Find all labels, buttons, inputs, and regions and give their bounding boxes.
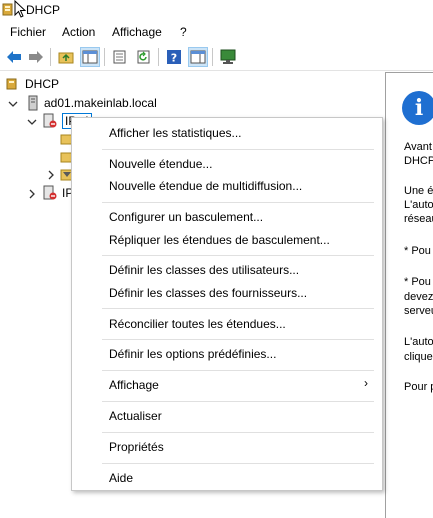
ipv4-icon — [43, 113, 57, 128]
mouse-cursor-icon — [14, 0, 26, 18]
up-one-level-button[interactable] — [56, 47, 76, 67]
menu-item-classes-utilisateurs[interactable]: Définir les classes des utilisateurs... — [109, 263, 299, 277]
forward-arrow-icon — [29, 51, 43, 63]
details-text-line: Une é — [404, 185, 433, 197]
chevron-down-icon[interactable] — [27, 117, 37, 127]
tree-label-dhcp: DHCP — [25, 77, 60, 91]
chevron-right-icon[interactable] — [46, 170, 56, 180]
menu-item-nouvelle-etendue-multidiffusion[interactable]: Nouvelle étendue de multidiffusion... — [109, 179, 302, 193]
details-text-line: clique — [404, 351, 433, 363]
server-icon — [28, 95, 38, 111]
menu-affichage[interactable]: Affichage — [112, 25, 162, 39]
chevron-down-icon[interactable] — [8, 99, 18, 109]
menu-action[interactable]: Action — [62, 25, 95, 39]
details-text-line: Avant — [404, 141, 432, 153]
details-pane: i Avant DHCP Une é L'auto réseau * Pou *… — [385, 72, 433, 518]
show-hide-tree-button[interactable] — [80, 47, 100, 67]
monitor-icon — [220, 49, 236, 64]
menu-item-afficher-statistiques[interactable]: Afficher les statistiques... — [109, 126, 242, 140]
details-text-line: Pour p — [404, 381, 433, 393]
svg-text:?: ? — [171, 52, 177, 65]
menu-fichier[interactable]: Fichier — [10, 25, 46, 39]
info-icon: i — [402, 91, 433, 125]
context-menu: Afficher les statistiques... Nouvelle ét… — [71, 117, 383, 491]
chevron-right-icon[interactable] — [27, 189, 37, 199]
menu-item-options-predefinies[interactable]: Définir les options prédéfinies... — [109, 347, 276, 361]
back-button[interactable] — [4, 47, 24, 67]
forward-button[interactable] — [26, 47, 46, 67]
action-pane-icon — [190, 50, 206, 64]
details-text-line: devez — [404, 291, 433, 303]
help-icon: ? — [167, 50, 181, 65]
export-list-button[interactable] — [110, 47, 130, 67]
menu-help[interactable]: ? — [180, 25, 187, 39]
menu-item-nouvelle-etendue[interactable]: Nouvelle étendue... — [109, 157, 212, 171]
submenu-arrow-icon: › — [364, 376, 368, 390]
menu-item-proprietes[interactable]: Propriétés — [109, 440, 164, 454]
refresh-icon — [137, 50, 150, 64]
menu-item-classes-fournisseurs[interactable]: Définir les classes des fournisseurs... — [109, 286, 307, 300]
back-arrow-icon — [7, 51, 21, 63]
menu-item-aide[interactable]: Aide — [109, 471, 133, 485]
details-text-line: réseau — [404, 213, 433, 225]
menu-item-configurer-basculement[interactable]: Configurer un basculement... — [109, 210, 263, 224]
menu-bar: Fichier Action Affichage ? — [0, 22, 433, 43]
details-text-line: L'auto — [404, 336, 433, 348]
refresh-button[interactable] — [134, 47, 154, 67]
details-text-line: serveu — [404, 305, 433, 317]
tree-item-dhcp[interactable]: DHCP — [5, 75, 59, 93]
export-list-icon — [113, 50, 126, 64]
menu-item-affichage[interactable]: Affichage — [109, 378, 159, 392]
toolbar: ? — [0, 43, 433, 71]
tree-label-server: ad01.makeinlab.local — [44, 96, 157, 110]
details-text-line: * Pou — [404, 276, 431, 288]
help-button[interactable]: ? — [164, 47, 184, 67]
details-text-line: L'auto — [404, 199, 433, 211]
action-pane-button[interactable] — [188, 47, 208, 67]
show-hide-console-tree-icon — [82, 50, 98, 64]
tree-item-server[interactable]: ad01.makeinlab.local — [26, 94, 157, 112]
dhcp-icon — [6, 78, 17, 90]
monitor-button[interactable] — [218, 47, 238, 67]
ipv6-icon — [43, 185, 57, 200]
details-text-line: DHCP — [404, 155, 433, 167]
menu-item-actualiser[interactable]: Actualiser — [109, 409, 162, 423]
menu-item-reconcilier[interactable]: Réconcilier toutes les étendues... — [109, 317, 286, 331]
folder-up-icon — [58, 52, 74, 64]
menu-item-repliquer-etendues[interactable]: Répliquer les étendues de basculement... — [109, 233, 330, 247]
title-bar: DHCP — [0, 0, 433, 22]
details-text-line: * Pou — [404, 245, 431, 257]
window-title: DHCP — [26, 3, 61, 17]
